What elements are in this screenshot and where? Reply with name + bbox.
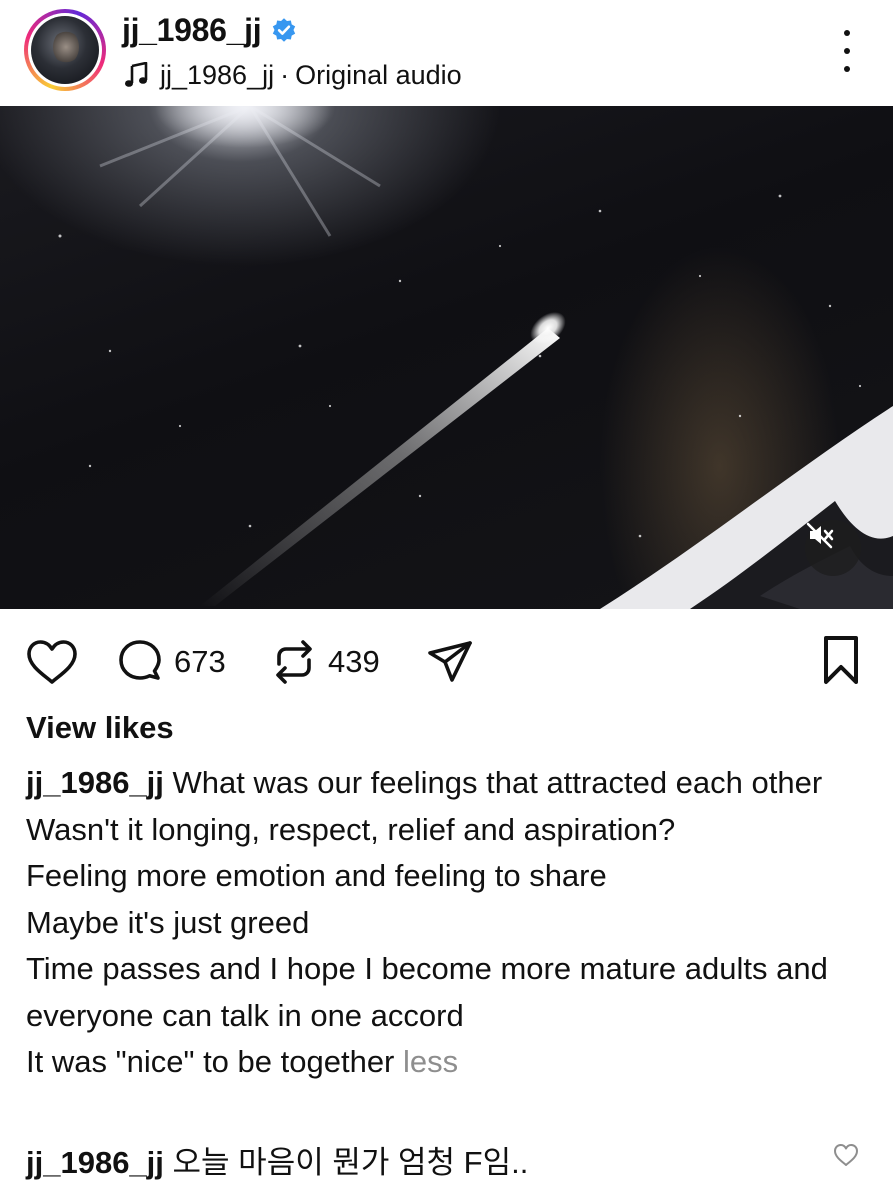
- music-note-icon: [125, 62, 148, 87]
- share-button[interactable]: [426, 638, 474, 686]
- action-bar: 673 439: [0, 610, 893, 710]
- video-frame: [58, 106, 893, 609]
- comment-button[interactable]: 673: [116, 638, 226, 686]
- more-dot: [844, 66, 850, 72]
- comment-heart-icon[interactable]: [833, 1142, 859, 1168]
- meteor-trail: [200, 328, 560, 606]
- post-header: jj_1986_jj jj_1986_jj · Original audio: [0, 0, 893, 106]
- more-options-icon[interactable]: [833, 30, 861, 72]
- post-caption: jj_1986_jj What was our feelings that at…: [26, 760, 866, 1086]
- bookmark-icon[interactable]: [821, 634, 861, 686]
- comment-icon: [119, 640, 161, 680]
- repost-icon: [276, 640, 312, 684]
- audio-username: jj_1986_jj: [160, 59, 275, 90]
- like-button[interactable]: [26, 638, 78, 686]
- less-link[interactable]: less: [403, 1044, 458, 1079]
- caption-line: Feeling more emotion and feeling to shar…: [26, 858, 607, 893]
- caption-line: Wasn't it longing, respect, relief and a…: [26, 811, 676, 847]
- post-video[interactable]: [0, 106, 893, 609]
- caption-line: What was our feelings that attracted eac…: [172, 765, 823, 800]
- more-dot: [844, 48, 850, 54]
- username-row: jj_1986_jj: [122, 8, 297, 52]
- share-icon: [428, 641, 472, 682]
- audio-separator: ·: [280, 59, 290, 90]
- avatar-border: [28, 13, 102, 87]
- mute-button[interactable]: [805, 520, 861, 576]
- mute-icon: [806, 522, 834, 549]
- view-likes-link[interactable]: View likes: [26, 710, 174, 746]
- repost-button[interactable]: 439: [270, 638, 380, 686]
- caption-username[interactable]: jj_1986_jj: [26, 765, 164, 800]
- caption-line: Maybe it's just greed: [26, 904, 310, 940]
- comment-row: jj_1986_jj 오늘 마음이 뭔가 엄청 F임..: [26, 1140, 866, 1188]
- verified-badge-icon: [273, 18, 296, 42]
- avatar-image: [31, 16, 99, 84]
- caption-line: It was "nice" to be together: [26, 1044, 395, 1079]
- comment-username[interactable]: jj_1986_jj: [26, 1145, 164, 1180]
- repost-count: 439: [328, 644, 380, 679]
- post-page: jj_1986_jj jj_1986_jj · Original audio 6…: [0, 0, 893, 1200]
- comment-count: 673: [174, 644, 226, 679]
- username-link[interactable]: jj_1986_jj: [122, 12, 262, 49]
- comment-text: 오늘 마음이 뭔가 엄청 F임..: [172, 1145, 529, 1180]
- audio-label: Original audio: [295, 59, 462, 90]
- heart-icon: [27, 640, 77, 684]
- more-dot: [844, 30, 850, 36]
- stars: [58, 194, 862, 538]
- audio-attribution[interactable]: jj_1986_jj · Original audio: [124, 56, 462, 94]
- avatar[interactable]: [24, 9, 106, 91]
- caption-line: Time passes and I hope I become more mat…: [26, 951, 828, 1033]
